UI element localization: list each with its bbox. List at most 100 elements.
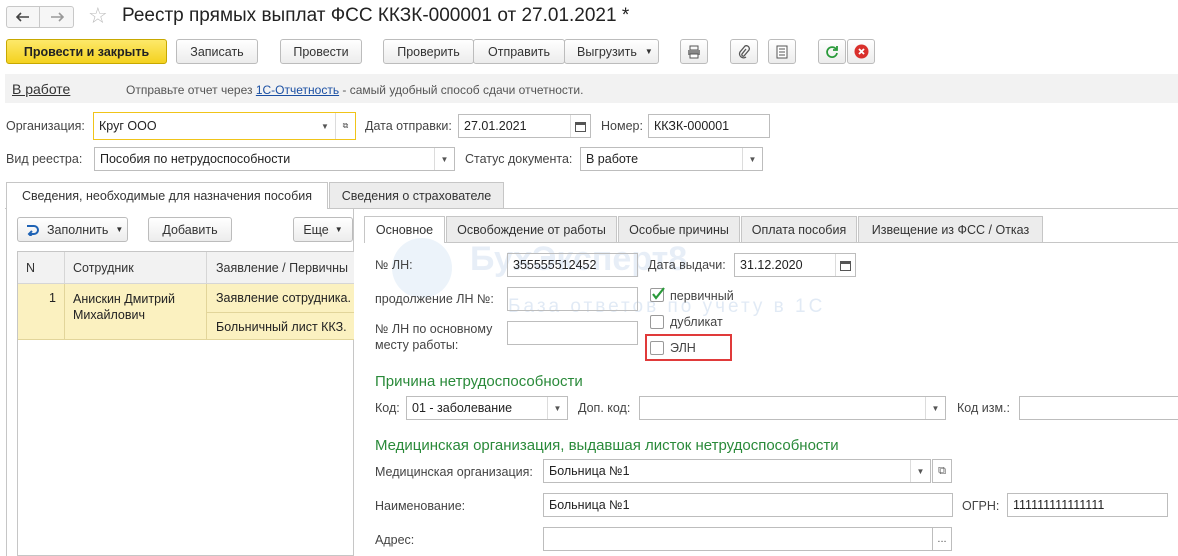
row-subdivider <box>207 312 354 313</box>
document-state-link[interactable]: В работе <box>12 81 70 97</box>
cause-code-select[interactable]: 01 - заболевание ▼ <box>406 396 568 420</box>
window-title: Реестр прямых выплат ФСС ККЗК-000001 от … <box>122 5 630 26</box>
delete-button[interactable] <box>847 39 875 64</box>
open-icon[interactable]: ⧉ <box>335 113 355 139</box>
print-button[interactable] <box>680 39 708 64</box>
duplicate-checkbox[interactable] <box>650 315 664 329</box>
send-button[interactable]: Отправить <box>473 39 565 64</box>
post-and-close-button[interactable]: Провести и закрыть <box>6 39 167 64</box>
tab-basic[interactable]: Основное <box>364 216 445 243</box>
document-status-value: В работе <box>586 152 639 166</box>
cause-section-title: Причина нетрудоспособности <box>375 373 583 390</box>
org-label: Организация: <box>6 119 85 133</box>
attach-button[interactable] <box>730 39 758 64</box>
paperclip-icon <box>738 44 750 58</box>
primary-label: первичный <box>670 289 734 303</box>
tab-fss-notice[interactable]: Извещение из ФСС / Отказ <box>858 216 1043 242</box>
tab-benefit-info[interactable]: Сведения, необходимые для назначения пос… <box>6 182 328 209</box>
document-list-icon <box>776 45 788 58</box>
favorite-star-icon[interactable]: ☆ <box>88 3 108 29</box>
address-field[interactable] <box>543 527 933 551</box>
organization-value: Круг ООО <box>99 119 157 133</box>
open-medical-org-button[interactable]: ⧉ <box>932 459 952 483</box>
organization-field[interactable]: Круг ООО ▼ ⧉ <box>93 112 356 140</box>
report-button[interactable] <box>768 39 796 64</box>
refresh-button[interactable] <box>818 39 846 64</box>
medical-name-field[interactable]: Больница №1 <box>543 493 953 517</box>
date-label: Дата отправки: <box>365 119 452 133</box>
hint-prefix: Отправьте отчет через <box>126 83 256 97</box>
reporting-link[interactable]: 1С-Отчетность <box>256 83 339 97</box>
open-icon: ⧉ <box>938 464 946 477</box>
main-job-label-line2: месту работы: <box>375 338 459 352</box>
calendar-icon[interactable] <box>570 115 590 137</box>
issue-date-field[interactable]: 31.12.2020 <box>734 253 856 277</box>
send-date-field[interactable]: 27.01.2021 <box>458 114 591 138</box>
check-label: Проверить <box>397 44 460 59</box>
main-job-label-line1: № ЛН по основному <box>375 322 493 336</box>
check-button[interactable]: Проверить <box>383 39 474 64</box>
save-button[interactable]: Записать <box>176 39 258 64</box>
chevron-down-icon[interactable]: ▼ <box>547 397 567 419</box>
arrow-left-icon <box>16 12 29 22</box>
checkmark-icon <box>652 287 665 300</box>
ogrn-field[interactable]: 111111111111111 <box>1007 493 1168 517</box>
kind-label: Вид реестра: <box>6 152 83 166</box>
chevron-down-icon[interactable]: ▼ <box>910 460 930 482</box>
chevron-down-icon[interactable]: ▼ <box>315 113 335 139</box>
more-button[interactable]: Еще ▼ <box>293 217 353 242</box>
tab-release-from-work[interactable]: Освобождение от работы <box>446 216 617 242</box>
address-label: Адрес: <box>375 533 415 547</box>
tab-benefit-payment[interactable]: Оплата пособия <box>741 216 857 242</box>
dropdown-arrow-icon: ▼ <box>644 47 653 56</box>
code-label: Код: <box>375 401 400 415</box>
medical-org-select[interactable]: Больница №1 ▼ <box>543 459 931 483</box>
forward-button[interactable] <box>40 6 74 28</box>
row-number: 1 <box>49 291 56 305</box>
document-status-select[interactable]: В работе ▼ <box>580 147 763 171</box>
primary-checkbox[interactable] <box>650 287 665 302</box>
name-label: Наименование: <box>375 499 466 513</box>
hint-suffix: - самый удобный способ сдачи отчетности. <box>339 83 584 97</box>
status-label: Статус документа: <box>465 152 573 166</box>
back-button[interactable] <box>6 6 40 28</box>
chevron-down-icon[interactable]: ▼ <box>434 148 454 170</box>
tab-special-reasons[interactable]: Особые причины <box>618 216 740 242</box>
extra-code-select[interactable]: ▼ <box>639 396 946 420</box>
ellipsis-icon: ... <box>937 533 947 545</box>
ln-label: № ЛН: <box>375 258 413 272</box>
ogrn-value: 111111111111111 <box>1013 498 1105 512</box>
issue-date-label: Дата выдачи: <box>648 258 726 272</box>
column-divider <box>206 252 207 284</box>
medical-name-value: Больница №1 <box>549 498 630 512</box>
extra-code-label: Доп. код: <box>578 401 631 415</box>
calendar-icon[interactable] <box>835 254 855 276</box>
column-header-employee[interactable]: Сотрудник <box>73 261 134 275</box>
column-header-documents[interactable]: Заявление / Первичны <box>216 261 348 275</box>
row-sick-leave[interactable]: Больничный лист ККЗ. <box>216 320 354 334</box>
eln-label: ЭЛН <box>670 341 696 355</box>
eln-checkbox[interactable] <box>650 341 664 355</box>
column-header-n[interactable]: N <box>26 261 35 275</box>
number-label: Номер: <box>601 119 643 133</box>
post-button[interactable]: Провести <box>280 39 362 64</box>
row-application[interactable]: Заявление сотрудника. <box>216 291 354 305</box>
register-kind-select[interactable]: Пособия по нетрудоспособности ▼ <box>94 147 455 171</box>
unload-button[interactable]: Выгрузить ▼ <box>564 39 659 64</box>
more-label: Еще <box>303 222 329 237</box>
ln-number-field[interactable]: 355555512452 <box>507 253 638 277</box>
continuation-field[interactable] <box>507 287 638 311</box>
change-code-field[interactable] <box>1019 396 1178 420</box>
fill-button[interactable]: Заполнить ▼ <box>17 217 128 242</box>
register-kind-value: Пособия по нетрудоспособности <box>100 152 291 166</box>
number-field[interactable]: ККЗК-000001 <box>648 114 770 138</box>
main-job-ln-field[interactable] <box>507 321 638 345</box>
add-button[interactable]: Добавить <box>148 217 232 242</box>
address-select-button[interactable]: ... <box>932 527 952 551</box>
chevron-down-icon[interactable]: ▼ <box>742 148 762 170</box>
column-divider <box>64 252 65 284</box>
tab-insurer-info[interactable]: Сведения о страхователе <box>329 182 504 208</box>
ogrn-label: ОГРН: <box>962 499 1000 513</box>
chevron-down-icon[interactable]: ▼ <box>925 397 945 419</box>
send-date-value: 27.01.2021 <box>464 119 527 133</box>
